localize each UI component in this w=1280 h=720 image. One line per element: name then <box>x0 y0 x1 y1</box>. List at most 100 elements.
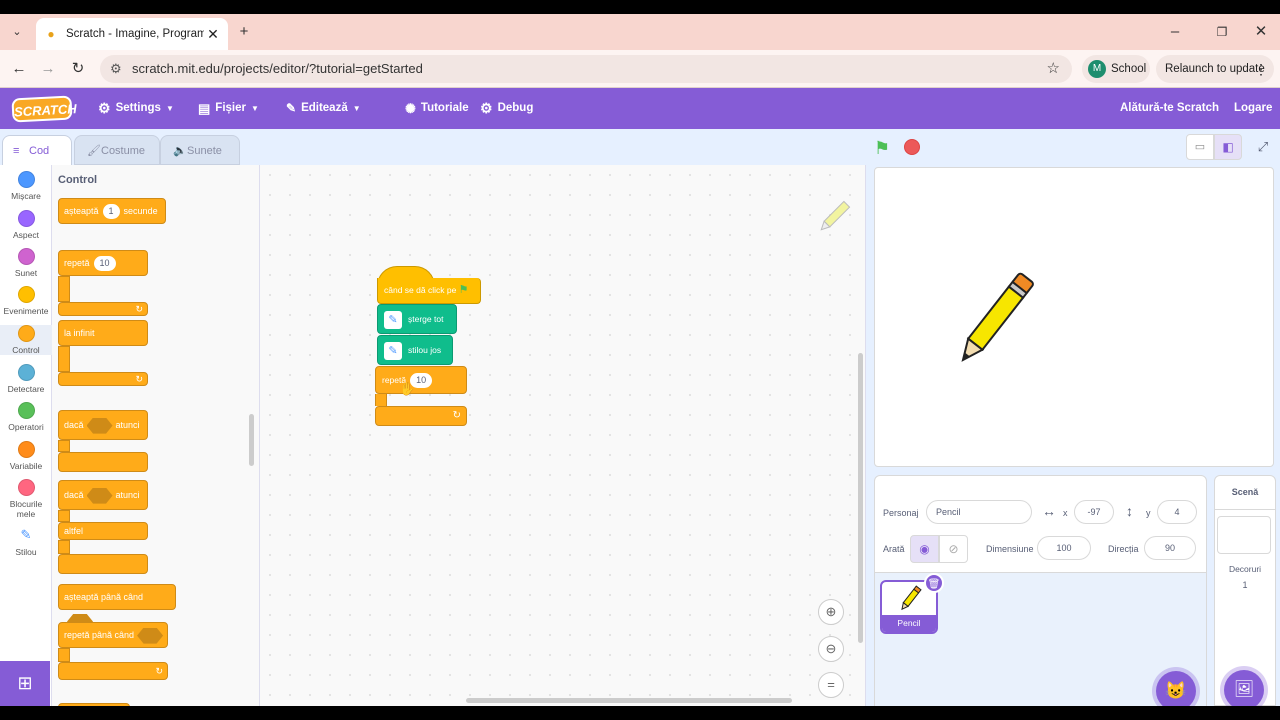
x-input[interactable]: -97 <box>1074 500 1114 524</box>
chevron-down-icon: ▼ <box>250 104 259 113</box>
pen-extension-icon: ✎ <box>384 310 402 329</box>
tutorials-button[interactable]: ✺ Tutoriale <box>405 88 469 129</box>
direction-input[interactable]: 90 <box>1144 536 1196 560</box>
zoom-reset-button[interactable]: = <box>818 672 844 698</box>
category-9[interactable]: ✎ Stilou <box>0 527 52 557</box>
more-menu-icon[interactable]: ⋮ <box>1254 55 1268 83</box>
bookmark-star-icon[interactable]: ☆ <box>1047 55 1060 83</box>
tab-sounds-label: Sunete <box>187 145 222 157</box>
address-toolbar: ← → ↻ ⚙ scratch.mit.edu/projects/editor/… <box>0 50 1280 88</box>
zoom-in-button[interactable]: ⊕ <box>818 599 844 625</box>
add-extension-button[interactable]: ⊞ <box>0 661 50 706</box>
category-8[interactable]: Blocurile mele <box>0 479 52 519</box>
wait-input[interactable]: 1 <box>102 204 120 219</box>
relaunch-button[interactable]: Relaunch to update ⋮ <box>1156 55 1274 83</box>
profile-button[interactable]: M School <box>1082 55 1150 83</box>
delete-sprite-icon[interactable]: 🗑 <box>924 573 944 593</box>
category-6[interactable]: Operatori <box>0 402 52 432</box>
condition-slot[interactable] <box>86 487 113 504</box>
forever-loop-arrow-icon: ↻ <box>58 372 148 386</box>
condition-slot[interactable] <box>137 627 164 644</box>
pen-down-block[interactable]: ✎ stilou jos <box>377 335 453 365</box>
script-area[interactable]: când se dă click pe ⚑ ✎ șterge tot ✎ stilo… <box>260 165 866 706</box>
debug-gear-icon: ⚙ <box>480 100 493 116</box>
close-tab-icon[interactable]: ✕ <box>204 26 222 43</box>
zoom-out-button[interactable]: ⊖ <box>818 636 844 662</box>
tab-costumes[interactable]: 🖌 Costume <box>74 135 160 165</box>
browser-tab[interactable]: ● Scratch - Imagine, Program, Sha ✕ <box>36 18 228 50</box>
stop-button[interactable] <box>904 139 920 155</box>
backdrop-thumbnail[interactable] <box>1217 516 1271 554</box>
relaunch-label: Relaunch to update <box>1165 63 1265 75</box>
close-window-icon[interactable]: ✕ <box>1250 21 1272 43</box>
if-else-block[interactable]: dacă atunci <box>58 480 148 510</box>
category-1[interactable]: Aspect <box>0 210 52 240</box>
forward-icon[interactable]: → <box>37 58 59 80</box>
choose-sprite-button[interactable]: 😺 <box>1156 671 1196 706</box>
script-repeat-loop-arrow-icon: ↻ <box>375 406 467 426</box>
forever-block[interactable]: la infinit <box>58 320 148 346</box>
fullscreen-button[interactable]: ⤢ <box>1250 134 1276 160</box>
vertical-scrollbar[interactable] <box>858 353 863 643</box>
y-input[interactable]: 4 <box>1157 500 1197 524</box>
new-tab-icon[interactable]: + <box>233 21 255 43</box>
choose-backdrop-button[interactable]: 🖼 <box>1224 670 1264 706</box>
restore-icon[interactable]: ❐ <box>1211 21 1233 43</box>
repeat-block[interactable]: repetă 10 <box>58 250 148 276</box>
clear-block[interactable]: ✎ șterge tot <box>377 304 457 334</box>
reload-icon[interactable]: ↻ <box>67 58 89 80</box>
normal-stage-button[interactable]: ◧ <box>1214 134 1242 160</box>
palette-scrollbar[interactable] <box>249 414 254 466</box>
if-then-block[interactable]: dacă atunci <box>58 410 148 440</box>
then-label: atunci <box>115 420 140 430</box>
size-input[interactable]: 100 <box>1037 536 1091 560</box>
else-label: altfel <box>64 526 84 536</box>
url-bar[interactable]: ⚙ scratch.mit.edu/projects/editor/?tutor… <box>100 55 1072 83</box>
category-label: Mișcare <box>11 191 41 201</box>
minimize-icon[interactable]: – <box>1164 21 1186 43</box>
x-label: x <box>1063 508 1068 518</box>
scratch-menubar: SCRATCH ⚙ Settings ▼ ▤ Fișier ▼ ✎ Editea… <box>0 88 1280 129</box>
small-stage-button[interactable]: ▭ <box>1186 134 1214 160</box>
login-link[interactable]: Logare <box>1234 88 1272 129</box>
join-scratch-link[interactable]: Alătură-te Scratch <box>1120 88 1219 129</box>
when-flag-clicked-hat-block[interactable]: când se dă click pe ⚑ <box>377 266 481 304</box>
repeat-until-arm <box>58 648 70 662</box>
show-visible-button[interactable]: ◉ <box>910 535 939 563</box>
category-3[interactable]: Evenimente <box>0 286 52 316</box>
category-7[interactable]: Variabile <box>0 441 52 471</box>
palette-heading: Control <box>58 174 98 186</box>
horizontal-scrollbar[interactable] <box>466 698 792 703</box>
condition-slot[interactable] <box>86 417 113 434</box>
chevron-down-icon: ▼ <box>352 104 361 113</box>
sprite-name-input[interactable]: Pencil <box>926 500 1032 524</box>
show-hidden-button[interactable]: ⊘ <box>939 535 968 563</box>
wait-block[interactable]: așteaptă 1 secunde <box>58 198 166 224</box>
repeat-until-block[interactable]: repetă până când <box>58 622 168 648</box>
stage[interactable] <box>874 167 1274 467</box>
edit-menu[interactable]: ✎ Editează ▼ <box>286 88 361 129</box>
category-dot-icon <box>17 364 35 381</box>
file-menu[interactable]: ▤ Fișier ▼ <box>198 88 259 129</box>
tab-search-icon[interactable]: ⌄ <box>6 21 28 43</box>
back-icon[interactable]: ← <box>8 58 30 80</box>
category-4[interactable]: Control <box>0 325 52 355</box>
repeat-input[interactable]: 10 <box>93 256 116 271</box>
tab-sounds[interactable]: 🔈 Sunete <box>160 135 240 165</box>
settings-menu[interactable]: ⚙ Settings ▼ <box>98 88 174 129</box>
stop-block[interactable] <box>58 703 130 706</box>
tab-code[interactable]: ≡ Cod <box>2 135 72 165</box>
category-label: Sunet <box>14 268 38 278</box>
lightbulb-icon: ✺ <box>405 101 416 116</box>
script-repeat-block[interactable]: repetă 10 <box>375 366 467 394</box>
site-info-icon[interactable]: ⚙ <box>110 55 122 83</box>
green-flag-button[interactable]: ⚑ <box>874 137 896 159</box>
category-dot-icon <box>17 441 35 458</box>
scratch-logo[interactable]: SCRATCH <box>11 95 77 123</box>
category-2[interactable]: Sunet <box>0 248 52 278</box>
category-5[interactable]: Detectare <box>0 364 52 394</box>
wait-until-block[interactable]: așteaptă până când <box>58 584 176 630</box>
debug-button[interactable]: ⚙ Debug <box>480 88 533 129</box>
category-0[interactable]: Mișcare <box>0 171 52 201</box>
stage-target-pane[interactable]: Scenă Decoruri 1 🖼 <box>1214 475 1276 706</box>
